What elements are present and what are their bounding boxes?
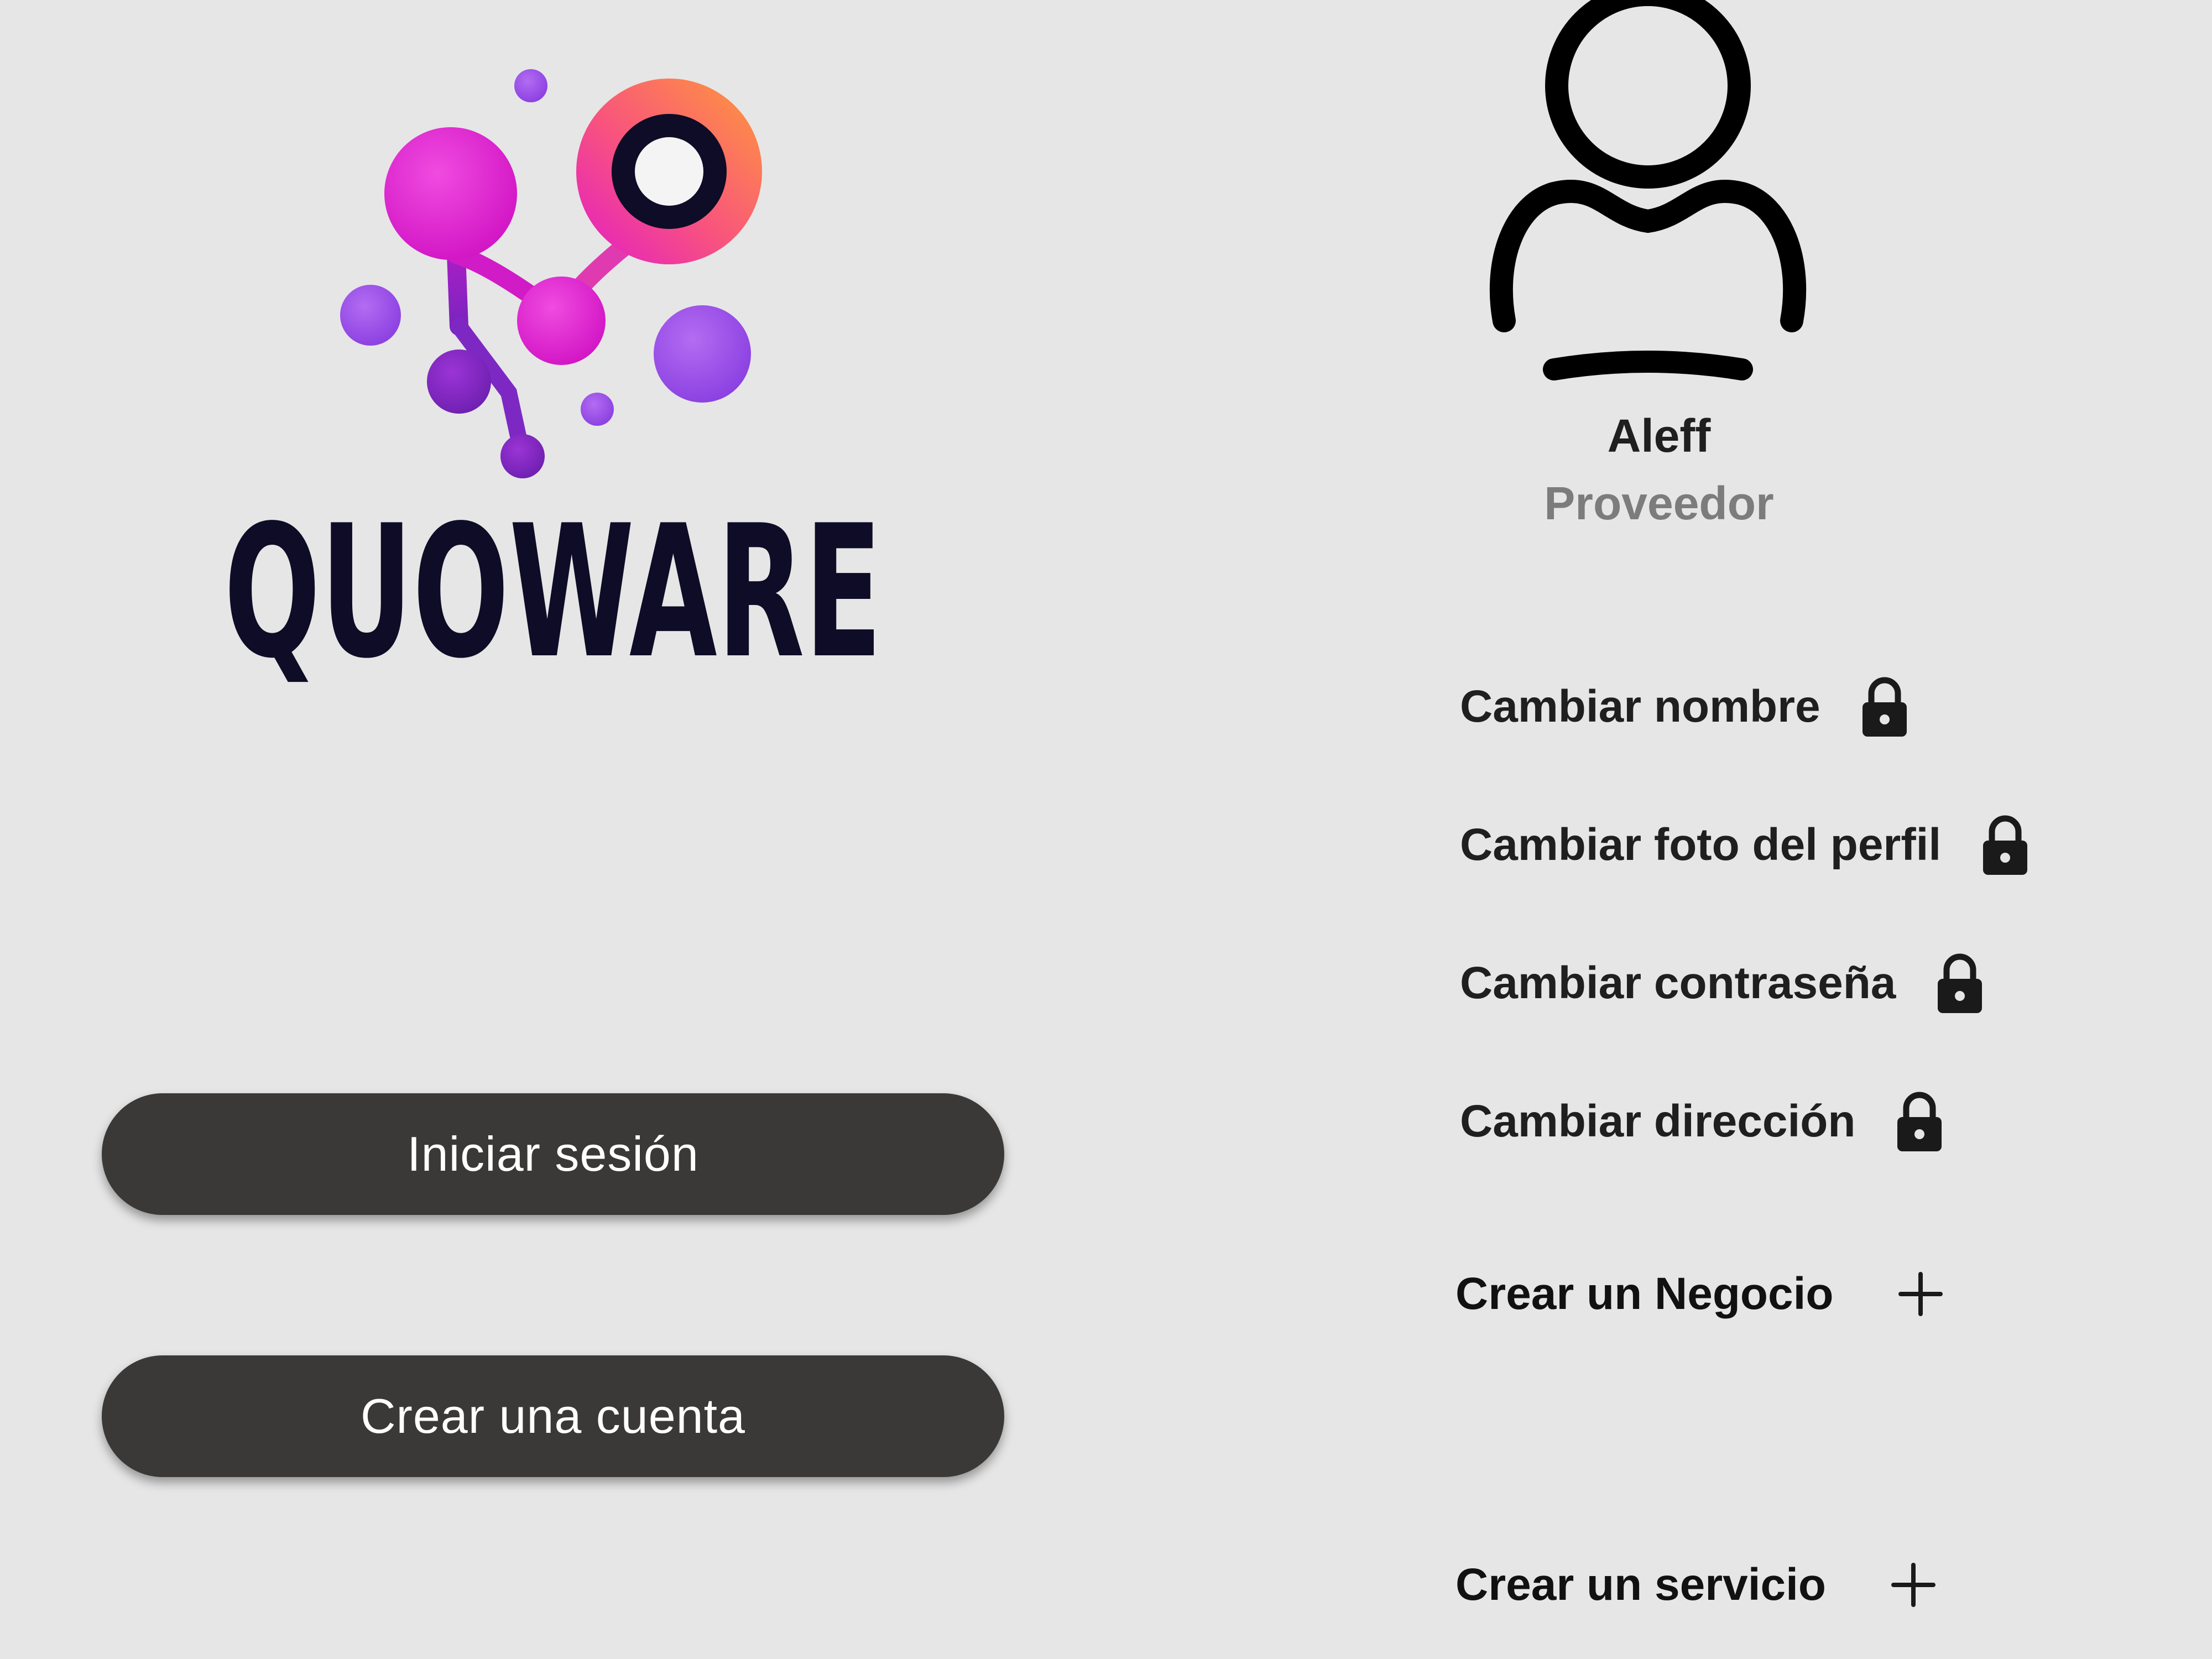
user-avatar-icon[interactable] bbox=[1482, 0, 1814, 398]
create-account-button[interactable]: Crear una cuenta bbox=[102, 1355, 1004, 1477]
create-service-label: Crear un servicio bbox=[1455, 1559, 1826, 1610]
change-password-item[interactable]: Cambiar contraseña bbox=[1460, 947, 1984, 1019]
change-address-label: Cambiar dirección bbox=[1460, 1096, 1856, 1146]
left-panel: QUOWARE Iniciar sesión Crear una cuenta bbox=[0, 0, 1106, 1659]
change-name-label: Cambiar nombre bbox=[1460, 681, 1820, 732]
plus-icon bbox=[1891, 1563, 1936, 1607]
lock-icon bbox=[1862, 677, 1907, 737]
profile-name: Aleff bbox=[1607, 410, 1711, 462]
lock-icon bbox=[1983, 815, 2028, 875]
create-business-item[interactable]: Crear un Negocio bbox=[1455, 1258, 1943, 1330]
plus-icon bbox=[1898, 1272, 1943, 1316]
change-name-item[interactable]: Cambiar nombre bbox=[1460, 671, 1909, 743]
right-panel: Aleff Proveedor Cambiar nombre Cambiar f… bbox=[1106, 0, 2212, 1659]
create-service-item[interactable]: Crear un servicio bbox=[1455, 1549, 1936, 1621]
change-photo-item[interactable]: Cambiar foto del perfil bbox=[1460, 809, 2030, 881]
quoware-logo-mark bbox=[340, 69, 762, 478]
change-photo-label: Cambiar foto del perfil bbox=[1460, 820, 1942, 870]
lock-icon bbox=[1938, 953, 1983, 1013]
quoware-logo-wordmark: QUOWARE bbox=[224, 498, 882, 697]
create-business-label: Crear un Negocio bbox=[1455, 1269, 1834, 1319]
change-address-item[interactable]: Cambiar dirección bbox=[1460, 1086, 1944, 1157]
lock-icon bbox=[1897, 1092, 1942, 1151]
profile-role: Proveedor bbox=[1544, 477, 1774, 529]
change-password-label: Cambiar contraseña bbox=[1460, 958, 1896, 1008]
login-button[interactable]: Iniciar sesión bbox=[102, 1093, 1004, 1215]
quoware-logo-text: QUOWARE bbox=[224, 498, 882, 697]
